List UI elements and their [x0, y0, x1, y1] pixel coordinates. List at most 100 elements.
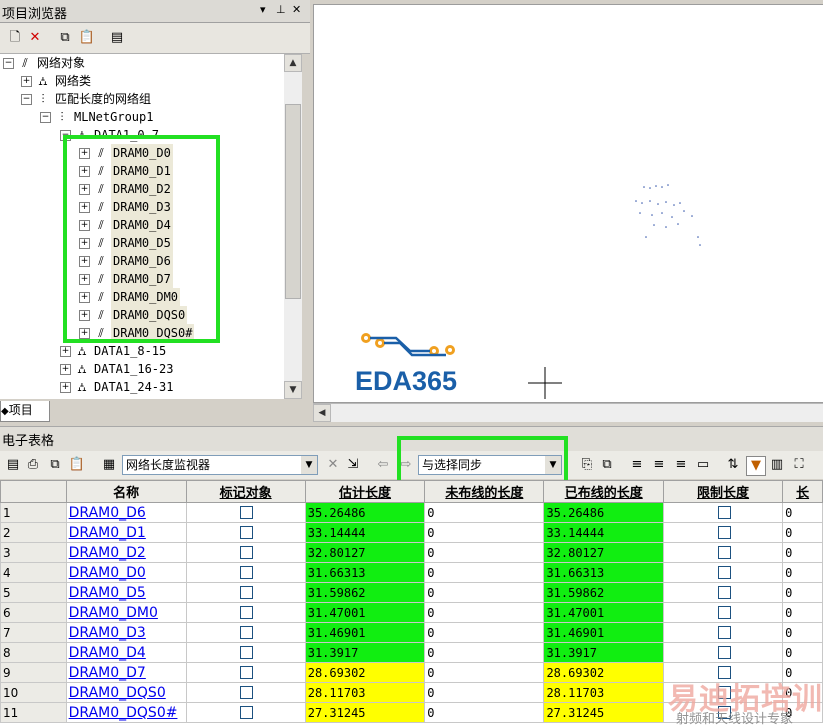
net-name-link[interactable]: DRAM0_DM0 [65, 602, 187, 623]
checkbox-icon[interactable] [240, 586, 254, 599]
checkbox-icon[interactable] [717, 606, 731, 619]
paste-icon[interactable]: 📋 [78, 29, 96, 47]
restrict-length-checkbox[interactable] [662, 642, 784, 663]
column-header[interactable]: 未布线的长度 [424, 480, 545, 503]
sort-icon[interactable]: ⇅ [724, 456, 742, 474]
dropdown-arrow-icon[interactable]: ▾ [260, 3, 266, 16]
restrict-length-checkbox[interactable] [662, 542, 784, 563]
tree-node[interactable]: + ⛼ DATA1_8-15 [60, 342, 168, 360]
column-header[interactable]: 长 [782, 480, 823, 503]
pin-icon[interactable]: ⊥ [276, 3, 286, 16]
paste-icon[interactable]: 📋 [68, 456, 86, 474]
filter-icon[interactable]: ▼ [746, 456, 766, 476]
mark-object-checkbox[interactable] [185, 702, 306, 723]
scroll-left-icon[interactable]: ◀ [313, 404, 331, 422]
mark-object-checkbox[interactable] [185, 682, 306, 703]
checkbox-icon[interactable] [240, 686, 254, 699]
scroll-thumb[interactable] [285, 104, 301, 299]
scroll-down-icon[interactable]: ▼ [284, 381, 302, 399]
table-row[interactable]: 8 DRAM0_D4 31.3917 0 31.3917 0 [0, 642, 823, 663]
find-replace-icon[interactable]: ⎘ [578, 456, 596, 474]
checkbox-icon[interactable] [240, 646, 254, 659]
binoculars-icon[interactable]: ⛶ [790, 456, 808, 474]
checkbox-icon[interactable] [240, 526, 254, 539]
expand-icon[interactable]: + [60, 382, 71, 393]
scroll-up-icon[interactable]: ▲ [284, 54, 302, 72]
tree-node[interactable]: − ⫽ 网络对象 [3, 54, 87, 72]
chevron-down-icon[interactable]: ▼ [301, 456, 317, 474]
collapse-icon[interactable]: − [40, 112, 51, 123]
collapse-icon[interactable]: − [21, 94, 32, 105]
properties-icon[interactable]: ▤ [108, 29, 126, 47]
checkbox-icon[interactable] [717, 506, 731, 519]
compare-icon[interactable]: ⧉ [598, 456, 616, 474]
mark-object-checkbox[interactable] [185, 522, 306, 543]
collapse-icon[interactable]: − [3, 58, 14, 69]
restrict-length-checkbox[interactable] [662, 502, 784, 523]
restrict-length-checkbox[interactable] [662, 562, 784, 583]
checkbox-icon[interactable] [240, 626, 254, 639]
net-name-link[interactable]: DRAM0_D6 [65, 502, 187, 523]
tree-node[interactable]: + ⛼ DATA1_24-31 [60, 378, 175, 396]
delete-icon[interactable]: ✕ [26, 29, 44, 47]
column-header[interactable]: 估计长度 [304, 480, 426, 503]
table-row[interactable]: 6 DRAM0_DM0 31.47001 0 31.47001 0 [0, 602, 823, 623]
table-row[interactable]: 1 DRAM0_D6 35.26486 0 35.26486 0 [0, 502, 823, 523]
align-center-icon[interactable]: ≡ [650, 456, 668, 474]
checkbox-icon[interactable] [717, 586, 731, 599]
export-icon[interactable]: ⇲ [344, 456, 362, 474]
checkbox-icon[interactable] [717, 626, 731, 639]
net-name-link[interactable]: DRAM0_D3 [65, 622, 187, 643]
column-header[interactable]: 已布线的长度 [543, 480, 664, 503]
expand-icon[interactable]: + [21, 76, 32, 87]
align-right-icon[interactable]: ≡ [672, 456, 690, 474]
align-left-icon[interactable]: ≡ [628, 456, 646, 474]
checkbox-icon[interactable] [240, 566, 254, 579]
mark-object-checkbox[interactable] [185, 582, 306, 603]
table-row[interactable]: 2 DRAM0_D1 33.14444 0 33.14444 0 [0, 522, 823, 543]
canvas-scrollbar[interactable]: ◀ [313, 403, 823, 422]
net-name-link[interactable]: DRAM0_D0 [65, 562, 187, 583]
checkbox-icon[interactable] [717, 546, 731, 559]
net-name-link[interactable]: DRAM0_DQS0# [65, 702, 187, 723]
mark-object-checkbox[interactable] [185, 662, 306, 683]
clear-icon[interactable]: ✕ [324, 456, 342, 474]
net-name-link[interactable]: DRAM0_D1 [65, 522, 187, 543]
close-icon[interactable]: ✕ [292, 3, 301, 16]
copy-icon[interactable]: ⧉ [46, 456, 64, 474]
checkbox-icon[interactable] [240, 506, 254, 519]
design-canvas[interactable]: EDA365 [313, 4, 823, 403]
checkbox-icon[interactable] [717, 526, 731, 539]
tree-node[interactable]: − ⫶ MLNetGroup1 [40, 108, 155, 126]
checkbox-icon[interactable] [240, 546, 254, 559]
tree-node[interactable]: − ⫶ 匹配长度的网络组 [21, 90, 153, 108]
back-arrow-icon[interactable]: ⇦ [374, 456, 392, 474]
table-row[interactable]: 7 DRAM0_D3 31.46901 0 31.46901 0 [0, 622, 823, 643]
checkbox-icon[interactable] [240, 706, 254, 719]
restrict-length-checkbox[interactable] [662, 602, 784, 623]
net-name-link[interactable]: DRAM0_D5 [65, 582, 187, 603]
tree-node[interactable]: + ⛼ 网络类 [21, 72, 93, 90]
restrict-length-checkbox[interactable] [662, 622, 784, 643]
mark-object-checkbox[interactable] [185, 602, 306, 623]
tab-project[interactable]: ◆项目 [0, 401, 50, 422]
tree-scrollbar[interactable]: ▲ ▼ [284, 54, 302, 399]
checkbox-icon[interactable] [240, 666, 254, 679]
mark-object-checkbox[interactable] [185, 622, 306, 643]
mark-object-checkbox[interactable] [185, 562, 306, 583]
column-header[interactable]: 标记对象 [185, 480, 306, 503]
copy-icon[interactable]: ⧉ [56, 29, 74, 47]
net-name-link[interactable]: DRAM0_D2 [65, 542, 187, 563]
net-name-link[interactable]: DRAM0_DQS0 [65, 682, 187, 703]
checkbox-icon[interactable] [717, 646, 731, 659]
checkbox-icon[interactable] [717, 566, 731, 579]
net-name-link[interactable]: DRAM0_D7 [65, 662, 187, 683]
table-row[interactable]: 4 DRAM0_D0 31.66313 0 31.66313 0 [0, 562, 823, 583]
tree-node[interactable]: + ⛼ DATA1_16-23 [60, 360, 175, 378]
new-item-icon[interactable]: 🗋 [6, 29, 24, 47]
restrict-length-checkbox[interactable] [662, 522, 784, 543]
mark-object-checkbox[interactable] [185, 642, 306, 663]
net-name-link[interactable]: DRAM0_D4 [65, 642, 187, 663]
expand-icon[interactable]: + [60, 346, 71, 357]
properties-icon[interactable]: ▤ [4, 456, 22, 474]
